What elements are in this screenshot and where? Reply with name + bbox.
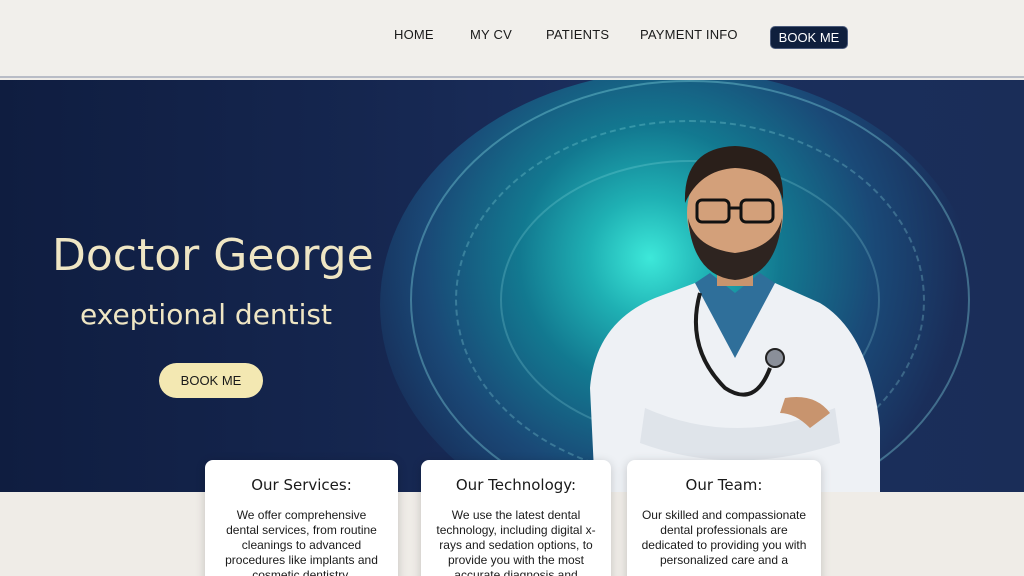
main-nav: HOME MY CV PATIENTS PAYMENT INFO BOOK ME bbox=[0, 26, 1024, 49]
team-card: Our Team: Our skilled and compassionate … bbox=[627, 460, 821, 576]
hero-book-me-button[interactable]: BOOK ME bbox=[159, 363, 263, 398]
team-card-title: Our Team: bbox=[685, 476, 763, 494]
top-header: HOME MY CV PATIENTS PAYMENT INFO BOOK ME bbox=[0, 0, 1024, 78]
hero-banner: Doctor George exeptional dentist BOOK ME bbox=[0, 80, 1024, 492]
nav-patients-link[interactable]: PATIENTS bbox=[546, 27, 609, 42]
hero-subtitle: exeptional dentist bbox=[80, 298, 332, 331]
hero-title: Doctor George bbox=[52, 230, 374, 281]
technology-card-text: We use the latest dental technology, inc… bbox=[436, 508, 596, 576]
technology-card: Our Technology: We use the latest dental… bbox=[421, 460, 611, 576]
services-card-text: We offer comprehensive dental services, … bbox=[225, 508, 378, 576]
nav-home-link[interactable]: HOME bbox=[394, 27, 434, 42]
technology-card-title: Our Technology: bbox=[455, 476, 577, 494]
doctor-portrait-image bbox=[590, 146, 880, 492]
nav-payment-info-link[interactable]: PAYMENT INFO bbox=[640, 27, 738, 42]
services-card-title: Our Services: bbox=[251, 476, 352, 494]
nav-my-cv-link[interactable]: MY CV bbox=[470, 27, 512, 42]
team-card-text: Our skilled and compassionate dental pro… bbox=[641, 508, 807, 567]
nav-book-me-button[interactable]: BOOK ME bbox=[770, 26, 848, 49]
services-card: Our Services: We offer comprehensive den… bbox=[205, 460, 398, 576]
